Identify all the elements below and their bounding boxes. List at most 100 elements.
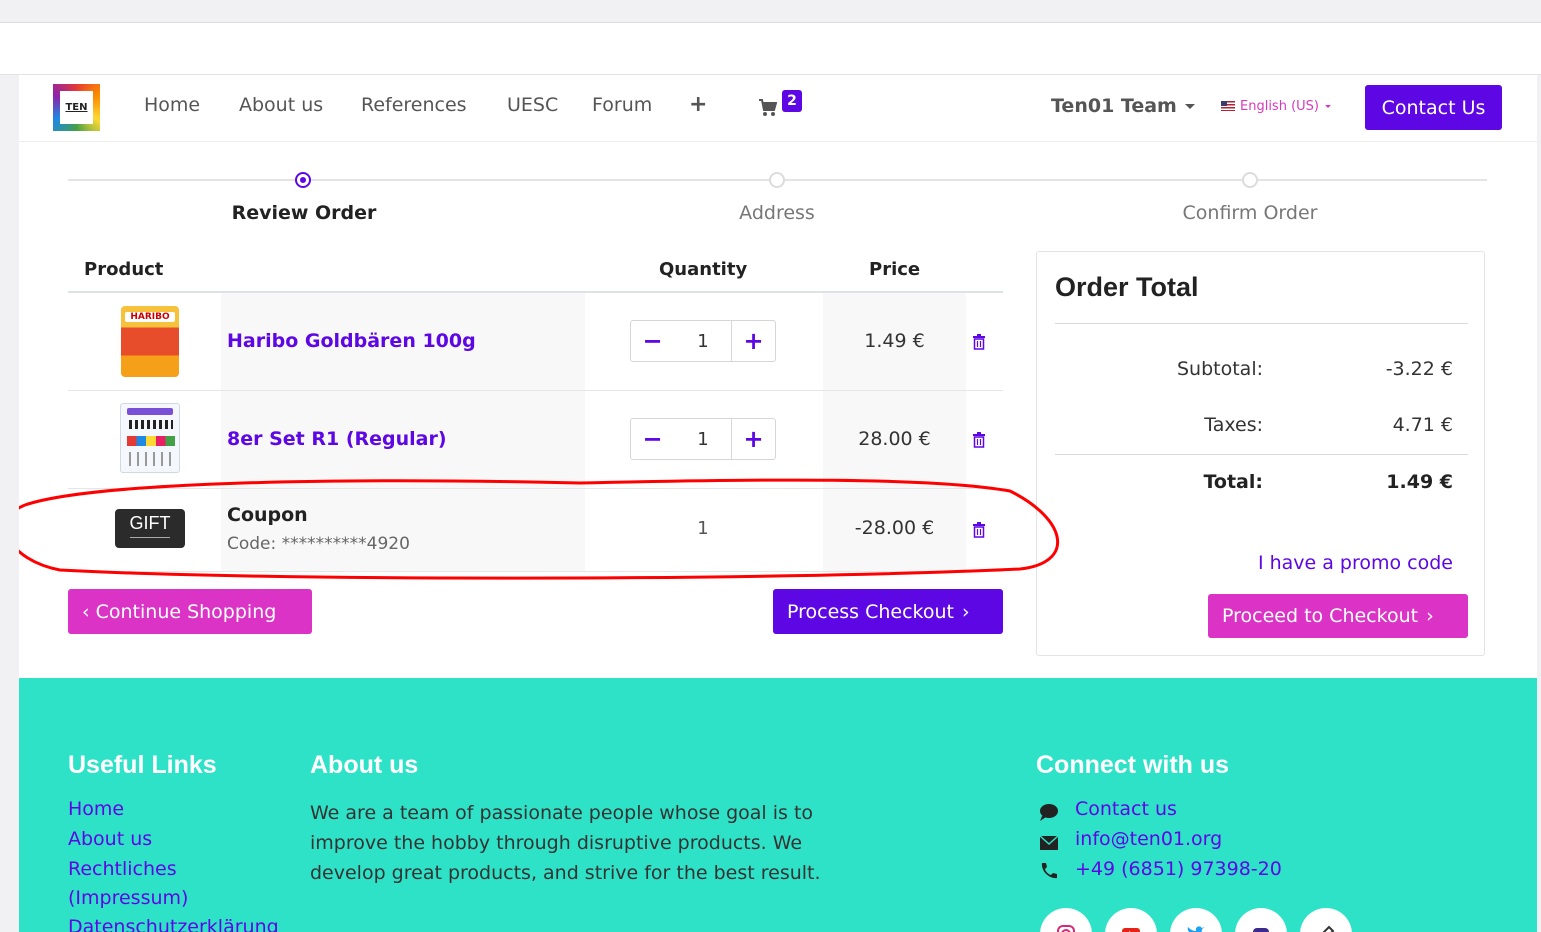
coupon-row: GIFT Coupon Code: **********4920 1 -28.0… [68,489,1003,572]
haribo-product-image[interactable]: HARIBO [121,306,179,377]
step-confirm-order: Confirm Order [1182,202,1318,224]
decrease-quantity-button[interactable]: − [631,321,675,361]
quantity-input[interactable] [674,419,732,459]
divider [1055,454,1468,455]
language-dropdown[interactable]: English (US) [1221,99,1331,114]
footer-link-about-us[interactable]: About us [68,828,152,850]
set-product-image[interactable] [120,403,180,473]
about-us-title: About us [310,751,419,779]
step-address: Address [739,202,815,224]
instagram-button[interactable] [1040,908,1092,932]
step-review-order: Review Order [231,202,377,224]
twitter-icon [1187,926,1205,932]
instagram-icon [1057,925,1075,932]
promo-code-link[interactable]: I have a promo code [1258,552,1453,574]
chevron-down-icon [1324,105,1331,108]
coupon-price: -28.00 € [854,517,935,539]
subtotal-label: Subtotal: [1176,358,1263,380]
cart-count-badge: 2 [782,90,802,112]
footer-link-impressum[interactable]: (Impressum) [68,887,188,909]
chevron-left-icon: ‹ [82,600,90,623]
chat-icon [1040,804,1058,821]
forum-button[interactable] [1300,908,1352,932]
trash-icon[interactable] [972,522,986,538]
header-price: Price [869,259,921,280]
top-band [0,23,1541,75]
product-name-8er-set[interactable]: 8er Set R1 (Regular) [227,428,447,450]
subtotal-value: -3.22 € [1385,358,1453,380]
navbar: TEN Home About us References UESC Forum … [19,75,1537,142]
trash-icon[interactable] [972,334,986,350]
quantity-input[interactable] [674,321,732,361]
nav-uesc[interactable]: UESC [507,94,558,116]
footer: Useful Links Home About us Rechtliches (… [19,678,1537,932]
quantity-stepper: − + [630,418,776,460]
gift-card-image: GIFT [115,509,185,548]
footer-link-home[interactable]: Home [68,798,124,820]
nav-forum[interactable]: Forum [592,94,652,116]
phone-icon [1041,863,1057,879]
edit-icon [1322,925,1335,932]
table-row: 8er Set R1 (Regular) − + 28.00 € [68,391,1003,489]
coupon-title: Coupon [227,504,308,526]
logo[interactable]: TEN [53,84,100,131]
footer-contact-us-link[interactable]: Contact us [1075,798,1177,820]
nav-about-us[interactable]: About us [239,94,323,116]
trash-icon[interactable] [972,432,986,448]
table-row: HARIBO Haribo Goldbären 100g − + 1.49 € [68,293,1003,391]
coupon-code: Code: **********4920 [227,534,410,554]
increase-quantity-button[interactable]: + [731,321,775,361]
useful-links-title: Useful Links [68,751,217,779]
continue-shopping-button[interactable]: ‹ Continue Shopping [68,589,312,634]
item-price: 1.49 € [864,330,925,352]
process-checkout-label: Process Checkout [787,600,955,623]
proceed-to-checkout-label: Proceed to Checkout [1222,605,1419,627]
connect-title: Connect with us [1036,751,1230,779]
page: TEN Home About us References UESC Forum … [19,75,1537,932]
continue-shopping-label: Continue Shopping [95,600,277,623]
discord-button[interactable] [1235,908,1287,932]
team-label: Ten01 Team [1051,95,1177,117]
total-value: 1.49 € [1386,471,1453,493]
logo-text: TEN [60,91,93,124]
order-total-title: Order Total [1055,272,1199,302]
us-flag-icon [1221,101,1235,111]
plus-icon[interactable]: + [689,92,707,117]
taxes-value: 4.71 € [1392,414,1453,436]
decrease-quantity-button[interactable]: − [631,419,675,459]
twitter-button[interactable] [1170,908,1222,932]
language-label: English (US) [1240,99,1319,114]
footer-link-rechtliches[interactable]: Rechtliches [68,858,177,880]
contact-us-button[interactable]: Contact Us [1365,85,1502,130]
discord-icon [1253,928,1269,932]
envelope-icon [1039,835,1059,850]
order-total-card: Order Total Subtotal: -3.22 € Taxes: 4.7… [1036,251,1485,656]
quantity-stepper: − + [630,320,776,362]
process-checkout-button[interactable]: Process Checkout › [773,589,1003,634]
nav-home[interactable]: Home [144,94,200,116]
product-name-haribo[interactable]: Haribo Goldbären 100g [227,330,476,352]
taxes-label: Taxes: [1204,414,1263,436]
about-us-text: We are a team of passionate people whose… [310,802,821,884]
footer-link-datenschutz[interactable]: Datenschutzerklärung [68,916,279,932]
proceed-to-checkout-button[interactable]: Proceed to Checkout › [1208,594,1468,638]
youtube-button[interactable] [1105,908,1157,932]
header-quantity: Quantity [659,259,748,280]
footer-email-link[interactable]: info@ten01.org [1075,828,1222,850]
gift-card-label: GIFT [129,513,171,533]
total-label: Total: [1203,471,1263,493]
chevron-right-icon: › [962,600,970,623]
divider [1055,323,1468,324]
footer-phone-link[interactable]: +49 (6851) 97398-20 [1075,858,1282,880]
cart-icon[interactable] [759,99,777,117]
coupon-quantity: 1 [697,518,709,539]
nav-references[interactable]: References [361,94,467,116]
step-dot-address [769,172,785,188]
browser-top-strip [0,0,1541,23]
increase-quantity-button[interactable]: + [731,419,775,459]
haribo-brand-text: HARIBO [125,312,175,322]
header-product: Product [84,259,164,280]
step-dot-review [295,172,311,188]
team-dropdown[interactable]: Ten01 Team [1051,95,1195,117]
step-dot-confirm [1242,172,1258,188]
